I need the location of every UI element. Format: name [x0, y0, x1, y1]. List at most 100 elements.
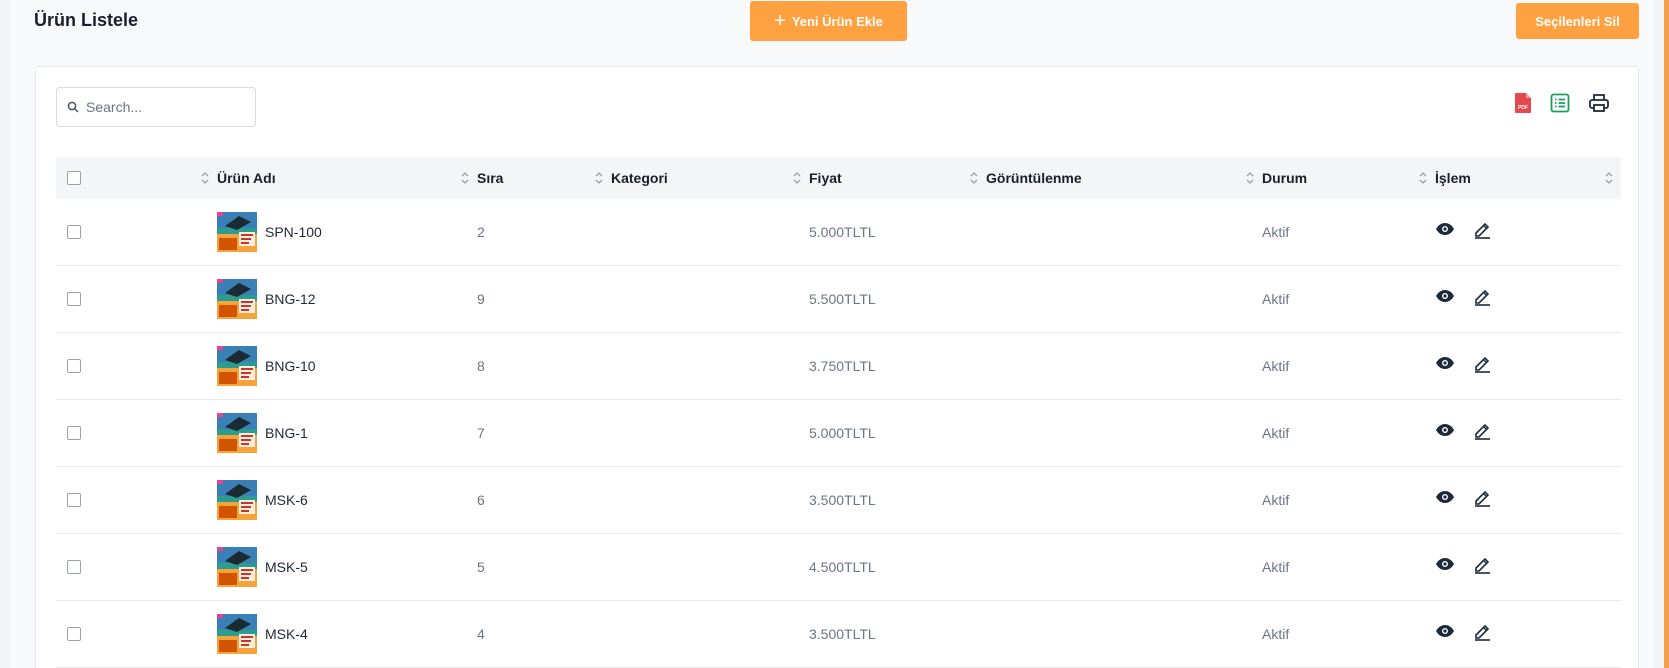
order-cell: 4: [477, 626, 485, 642]
row-checkbox[interactable]: [67, 359, 81, 373]
category-cell: [611, 266, 809, 332]
header-price-label: Fiyat: [809, 170, 842, 186]
product-thumbnail: [217, 279, 257, 319]
header-views[interactable]: Görüntülenme: [986, 157, 1262, 199]
pdf-export-icon[interactable]: PDF: [1514, 92, 1532, 114]
row-checkbox[interactable]: [67, 627, 81, 641]
category-cell: [611, 601, 809, 667]
row-select-cell: [56, 266, 217, 332]
print-icon[interactable]: [1588, 93, 1610, 113]
product-thumbnail: [217, 413, 257, 453]
row-select-cell: [56, 534, 217, 600]
header-actions-label: İşlem: [1435, 170, 1471, 186]
product-name-cell: BNG-1: [217, 400, 477, 466]
actions-cell: [1435, 400, 1621, 466]
status-cell: Aktif: [1262, 358, 1290, 374]
product-thumbnail: [217, 614, 257, 654]
row-actions: [1435, 353, 1491, 373]
row-checkbox[interactable]: [67, 560, 81, 574]
add-product-button[interactable]: + Yeni Ürün Ekle: [750, 1, 907, 41]
header-category-label: Kategori: [611, 170, 668, 186]
search-box[interactable]: [56, 87, 256, 127]
product-name-cell: BNG-12: [217, 266, 477, 332]
order-cell: 5: [477, 559, 485, 575]
row-checkbox[interactable]: [67, 493, 81, 507]
sort-icon[interactable]: [595, 171, 603, 185]
price-cell: 3.500TLTL: [809, 492, 876, 508]
sort-icon[interactable]: [970, 171, 978, 185]
row-checkbox[interactable]: [67, 225, 81, 239]
edit-pencil-icon[interactable]: [1473, 219, 1491, 239]
edit-pencil-icon[interactable]: [1473, 487, 1491, 507]
views-cell: [986, 400, 1262, 466]
view-eye-icon[interactable]: [1435, 423, 1455, 437]
views-cell: [986, 467, 1262, 533]
sort-icon[interactable]: [461, 171, 469, 185]
header-actions[interactable]: İşlem: [1435, 157, 1621, 199]
sort-icon[interactable]: [1419, 171, 1427, 185]
category-cell: [611, 534, 809, 600]
product-name: SPN-100: [265, 224, 322, 240]
table-row: BNG-12 9 5.500TLTL Aktif: [56, 266, 1621, 333]
header-product-name[interactable]: Ürün Adı: [217, 157, 477, 199]
edit-pencil-icon[interactable]: [1473, 621, 1491, 641]
view-eye-icon[interactable]: [1435, 289, 1455, 303]
views-cell: [986, 601, 1262, 667]
actions-cell: [1435, 266, 1621, 332]
table-row: MSK-6 6 3.500TLTL Aktif: [56, 467, 1621, 534]
views-cell: [986, 199, 1262, 265]
svg-text:PDF: PDF: [1518, 105, 1528, 111]
actions-cell: [1435, 199, 1621, 265]
row-actions: [1435, 420, 1491, 440]
header-price[interactable]: Fiyat: [809, 157, 986, 199]
product-name-cell: MSK-6: [217, 467, 477, 533]
delete-selected-button[interactable]: Seçilenleri Sil: [1516, 3, 1639, 39]
view-eye-icon[interactable]: [1435, 222, 1455, 236]
view-eye-icon[interactable]: [1435, 624, 1455, 638]
actions-cell: [1435, 601, 1621, 667]
add-product-label: Yeni Ürün Ekle: [791, 13, 883, 29]
row-actions: [1435, 621, 1491, 641]
row-select-cell: [56, 467, 217, 533]
plus-icon: +: [774, 10, 786, 32]
sort-icon[interactable]: [793, 171, 801, 185]
header-views-label: Görüntülenme: [986, 170, 1082, 186]
sort-icon[interactable]: [1246, 171, 1254, 185]
page-title: Ürün Listele: [34, 10, 139, 30]
product-thumbnail: [217, 547, 257, 587]
search-input[interactable]: [86, 99, 236, 115]
edit-pencil-icon[interactable]: [1473, 420, 1491, 440]
view-eye-icon[interactable]: [1435, 490, 1455, 504]
excel-export-icon[interactable]: [1550, 93, 1570, 113]
view-eye-icon[interactable]: [1435, 557, 1455, 571]
table-row: SPN-100 2 5.000TLTL Aktif: [56, 199, 1621, 266]
header-status[interactable]: Durum: [1262, 157, 1435, 199]
header-status-label: Durum: [1262, 170, 1308, 186]
table-body: SPN-100 2 5.000TLTL Aktif BNG-12 9 5.500…: [56, 199, 1621, 668]
header-select-cell: [56, 157, 217, 199]
row-checkbox[interactable]: [67, 426, 81, 440]
product-name-cell: MSK-5: [217, 534, 477, 600]
order-cell: 8: [477, 358, 485, 374]
status-cell: Aktif: [1262, 626, 1290, 642]
view-eye-icon[interactable]: [1435, 356, 1455, 370]
order-cell: 6: [477, 492, 485, 508]
export-toolbar: PDF: [1514, 92, 1610, 114]
row-checkbox[interactable]: [67, 292, 81, 306]
status-cell: Aktif: [1262, 559, 1290, 575]
edit-pencil-icon[interactable]: [1473, 554, 1491, 574]
table-row: BNG-1 7 5.000TLTL Aktif: [56, 400, 1621, 467]
edit-pencil-icon[interactable]: [1473, 286, 1491, 306]
sort-icon[interactable]: [201, 171, 209, 185]
select-all-checkbox[interactable]: [67, 171, 81, 185]
category-cell: [611, 400, 809, 466]
header-order[interactable]: Sıra: [477, 157, 611, 199]
order-cell: 9: [477, 291, 485, 307]
table-row: MSK-5 5 4.500TLTL Aktif: [56, 534, 1621, 601]
product-name-cell: SPN-100: [217, 199, 477, 265]
product-table: Ürün Adı Sıra Kategori Fiyat Görüntülenm…: [56, 157, 1621, 668]
header-category[interactable]: Kategori: [611, 157, 809, 199]
edit-pencil-icon[interactable]: [1473, 353, 1491, 373]
sort-icon[interactable]: [1605, 171, 1613, 185]
status-cell: Aktif: [1262, 224, 1290, 240]
